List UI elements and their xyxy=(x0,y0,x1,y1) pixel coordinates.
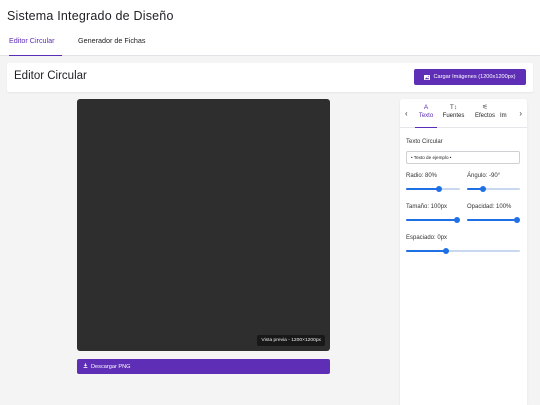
app-title: Sistema Integrado de Diseño xyxy=(7,9,174,23)
panel-tab-label: Efectos xyxy=(474,113,495,119)
circular-text-label: Texto Circular xyxy=(406,139,443,145)
size-slider[interactable] xyxy=(406,216,461,224)
slider-fill xyxy=(406,250,446,252)
preview-canvas[interactable]: Vista previa - 1200×1200px xyxy=(77,99,330,351)
panel-tab-texto[interactable]: A Texto xyxy=(415,103,437,128)
page-title: Editor Circular xyxy=(14,70,87,82)
panel-tabs: ‹ A Texto T↕ Fuentes ⚟ Efectos Im › xyxy=(400,99,527,128)
slider-fill xyxy=(467,219,517,221)
slider-thumb[interactable] xyxy=(436,186,443,192)
slider-thumb[interactable] xyxy=(479,186,486,192)
slider-fill xyxy=(406,188,440,190)
chevron-right-icon[interactable]: › xyxy=(519,109,522,118)
slider-thumb[interactable] xyxy=(454,217,461,223)
chevron-left-icon[interactable]: ‹ xyxy=(405,109,408,118)
preview-size-badge: Vista previa - 1200×1200px xyxy=(257,335,325,346)
font-size-icon: T↕ xyxy=(449,104,458,111)
settings-panel: ‹ A Texto T↕ Fuentes ⚟ Efectos Im › Text… xyxy=(400,99,527,405)
top-bar: Sistema Integrado de Diseño Editor Circu… xyxy=(0,0,540,56)
opacity-label: Opacidad: 100% xyxy=(467,204,512,210)
slider-thumb[interactable] xyxy=(442,248,449,254)
panel-tab-label: Fuentes xyxy=(442,113,465,119)
radius-label: Radio: 80% xyxy=(406,173,438,179)
slider-thumb[interactable] xyxy=(514,217,520,223)
panel-tab-efectos[interactable]: ⚟ Efectos xyxy=(472,103,498,128)
panel-tab-label: Texto xyxy=(418,113,434,119)
radius-slider[interactable] xyxy=(406,185,460,193)
opacity-slider[interactable] xyxy=(467,216,520,224)
upload-images-button[interactable]: Cargar Imágenes (1200x1200px) xyxy=(414,69,526,85)
spacing-label: Espaciado: 0px xyxy=(406,235,448,241)
image-tab-icon xyxy=(500,103,512,112)
effects-icon: ⚟ xyxy=(482,104,488,111)
upload-images-label: Cargar Imágenes (1200x1200px) xyxy=(433,74,516,80)
spacing-slider[interactable] xyxy=(406,247,520,255)
angle-slider[interactable] xyxy=(467,185,520,193)
angle-label: Ángulo: -90° xyxy=(467,173,501,179)
page-header: Editor Circular Cargar Imágenes (1200x12… xyxy=(7,63,533,92)
panel-tab-imagenes[interactable]: Im xyxy=(500,103,512,128)
slider-fill xyxy=(406,219,458,221)
size-label: Tamaño: 100px xyxy=(406,204,448,210)
download-png-label: Descargar PNG xyxy=(91,363,131,370)
circular-text-input[interactable]: • Texto de ejemplo • xyxy=(406,151,520,164)
image-icon xyxy=(424,74,431,80)
text-icon: A xyxy=(423,104,429,111)
panel-tab-label: Im xyxy=(500,113,507,119)
panel-tab-fuentes[interactable]: T↕ Fuentes xyxy=(440,103,467,128)
tab-generador-de-fichas[interactable]: Generador de Fichas xyxy=(78,36,152,56)
download-icon xyxy=(83,363,88,370)
tab-editor-circular[interactable]: Editor Circular xyxy=(9,36,62,56)
download-png-button[interactable]: Descargar PNG xyxy=(77,359,330,374)
